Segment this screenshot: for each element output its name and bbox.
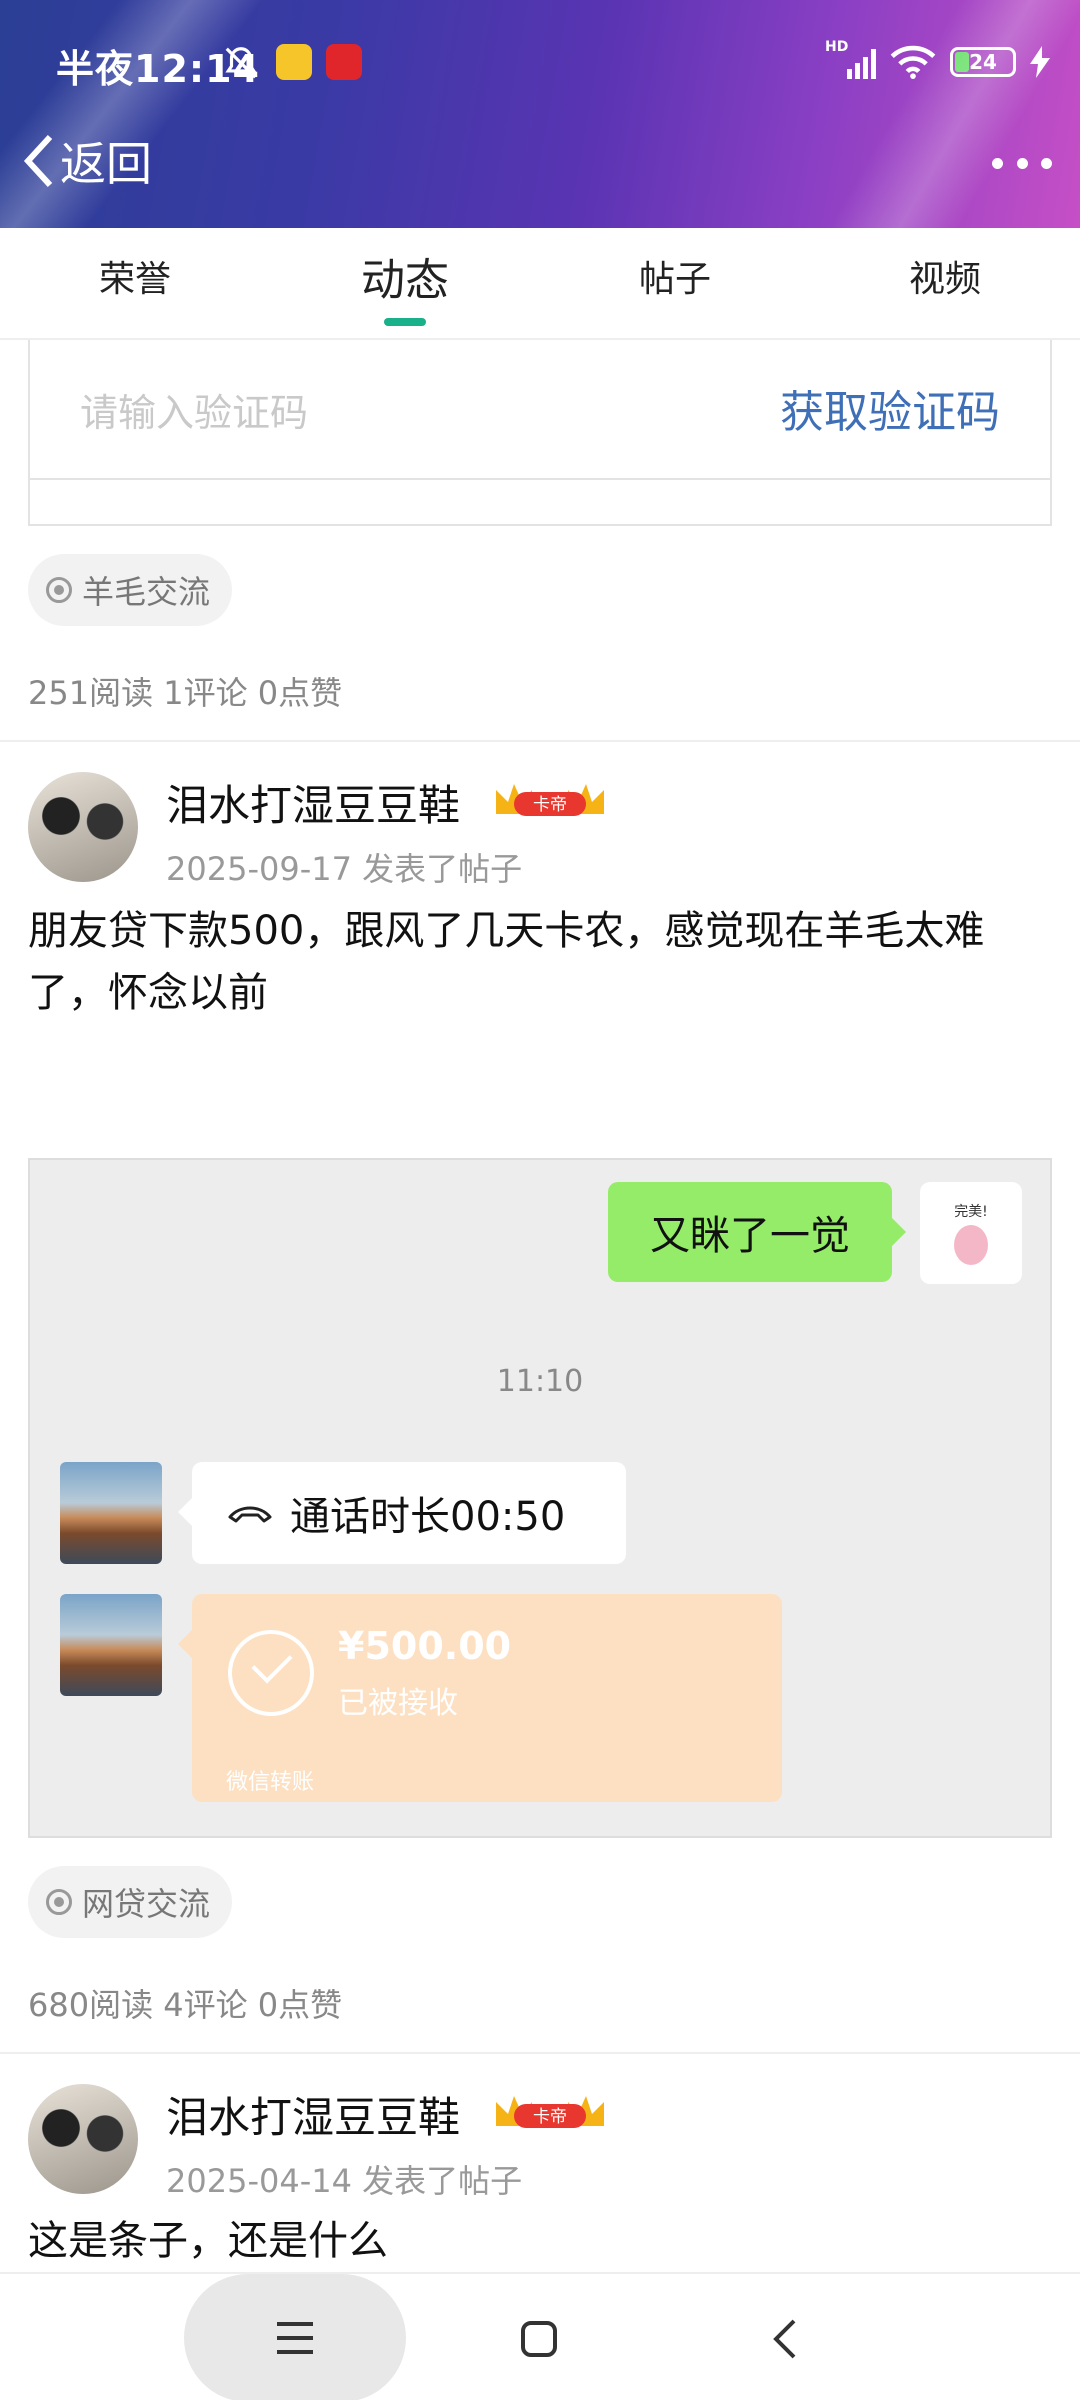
divider xyxy=(0,2052,1080,2054)
chevron-left-icon xyxy=(23,134,53,188)
tab-bar: 荣誉 动态 帖子 视频 xyxy=(0,228,1080,340)
verification-code-input: 请输入验证码 xyxy=(80,391,309,435)
tab-videos[interactable]: 视频 xyxy=(870,250,1020,310)
status-bar: 半夜12:14 HD 24 xyxy=(0,30,1080,94)
badge-label: 卡帝 xyxy=(533,795,567,815)
sticker-avatar: 完美! xyxy=(920,1182,1022,1284)
post-image[interactable]: 又眯了一觉 完美! 11:10 通话时长00:50 ¥500.00 已被接收 微… xyxy=(28,1158,1052,1838)
back-nav-button[interactable] xyxy=(750,2304,820,2374)
status-right: HD 24 xyxy=(825,39,1050,84)
rank-badge-icon: 卡帝 xyxy=(496,784,604,816)
avatar[interactable] xyxy=(28,772,138,882)
menu-icon xyxy=(277,2322,313,2354)
chat-timestamp: 11:10 xyxy=(496,1364,584,1399)
network-type: HD xyxy=(825,39,849,55)
transfer-label: 微信转账 xyxy=(226,1770,315,1795)
badge-label: 卡帝 xyxy=(533,2107,567,2127)
back-label: 返回 xyxy=(60,137,152,191)
system-nav-bar xyxy=(0,2272,1080,2400)
more-dots-icon[interactable] xyxy=(992,138,1052,188)
post-meta: 2025-04-14 发表了帖子 xyxy=(166,2162,523,2200)
chat-avatar xyxy=(60,1462,162,1564)
topic-tag[interactable]: 羊毛交流 xyxy=(28,554,233,626)
home-icon xyxy=(521,2321,557,2357)
chat-bubble-sent: 又眯了一觉 xyxy=(608,1182,906,1282)
transfer-status: 已被接收 xyxy=(338,1686,458,1721)
phone-hangup-icon xyxy=(228,1506,272,1523)
app-notification-icon xyxy=(276,44,312,80)
bell-off-icon xyxy=(225,47,257,79)
sticker-text: 完美! xyxy=(954,1204,988,1220)
back-button[interactable]: 返回 xyxy=(22,126,152,196)
check-circle-icon xyxy=(228,1630,314,1716)
post-meta: 2025-09-17 发表了帖子 xyxy=(166,850,523,888)
verify-row: 请输入验证码 获取验证码 xyxy=(30,340,1050,480)
tab-posts[interactable]: 帖子 xyxy=(600,250,750,310)
battery-level: 24 xyxy=(969,50,997,74)
home-button[interactable] xyxy=(504,2304,574,2374)
post-text[interactable]: 朋友贷下款500，跟风了几天卡农，感觉现在羊毛太难了，怀念以前 xyxy=(28,900,1048,1024)
charging-icon xyxy=(1030,46,1050,78)
topic-icon xyxy=(46,577,72,603)
post-stats: 680阅读 4评论 0点赞 xyxy=(28,1986,343,2024)
topic-tag-label: 羊毛交流 xyxy=(82,573,211,611)
app-notification-icon xyxy=(326,44,362,80)
verification-form-image: 请输入验证码 获取验证码 xyxy=(28,340,1052,526)
tab-activity[interactable]: 动态 xyxy=(330,244,480,306)
author-name[interactable]: 泪水打湿豆豆鞋 xyxy=(166,2084,460,2145)
signal-icon: HD xyxy=(825,39,876,79)
avatar[interactable] xyxy=(28,2084,138,2194)
post-stats: 251阅读 1评论 0点赞 xyxy=(28,674,343,712)
topic-tag[interactable]: 网贷交流 xyxy=(28,1866,233,1938)
transfer-card: ¥500.00 已被接收 微信转账 xyxy=(178,1594,782,1802)
wifi-icon xyxy=(890,45,936,79)
battery-icon: 24 xyxy=(950,47,1016,77)
author-name[interactable]: 泪水打湿豆豆鞋 xyxy=(166,772,460,833)
divider xyxy=(0,740,1080,742)
tab-honor[interactable]: 荣誉 xyxy=(60,250,210,310)
topic-icon xyxy=(46,1889,72,1915)
active-tab-indicator xyxy=(384,318,426,326)
menu-button[interactable] xyxy=(184,2274,406,2400)
post-text[interactable]: 这是条子，还是什么 xyxy=(28,2210,1048,2272)
navbar: 返回 xyxy=(0,118,1080,208)
chat-avatar xyxy=(60,1594,162,1696)
back-icon xyxy=(773,2319,796,2359)
call-duration: 通话时长00:50 xyxy=(290,1494,566,1540)
topic-tag-label: 网贷交流 xyxy=(82,1885,211,1923)
get-code-button: 获取验证码 xyxy=(780,387,1000,438)
header: 半夜12:14 HD 24 返回 xyxy=(0,0,1080,228)
transfer-amount: ¥500.00 xyxy=(338,1624,512,1668)
rank-badge-icon: 卡帝 xyxy=(496,2096,604,2128)
call-bubble: 通话时长00:50 xyxy=(178,1462,626,1564)
